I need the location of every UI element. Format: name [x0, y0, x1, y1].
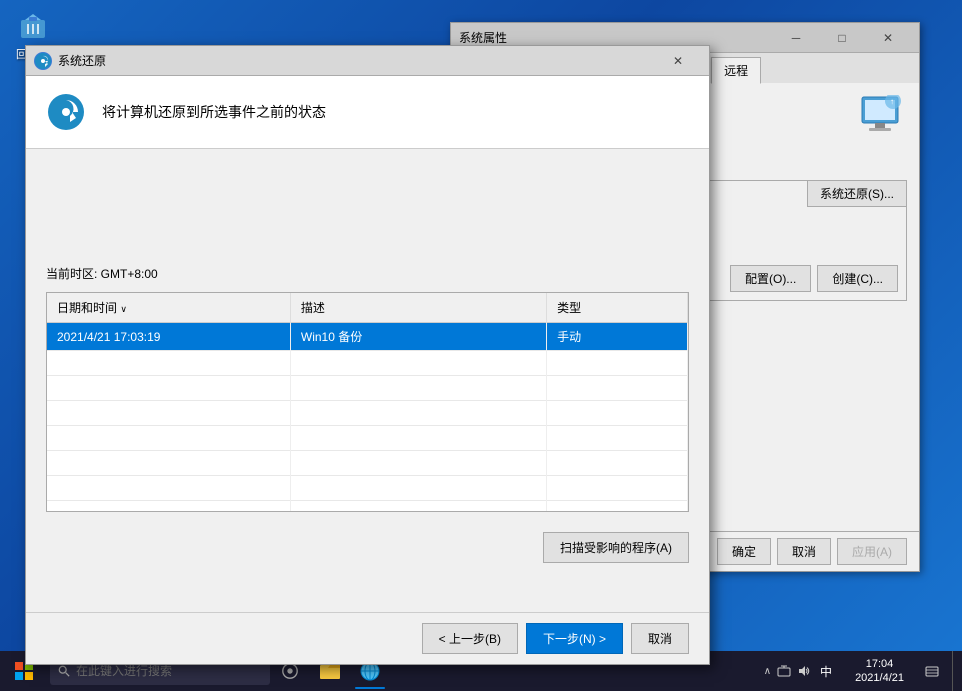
sys-props-title: 系统属性 — [459, 29, 773, 46]
sys-props-minimize-button[interactable]: ─ — [773, 23, 819, 53]
back-button[interactable]: < 上一步(B) — [422, 623, 518, 654]
restore-close-button[interactable]: ✕ — [655, 46, 701, 76]
restore-description — [46, 165, 689, 245]
clock-time: 17:04 — [866, 657, 894, 671]
ok-button[interactable]: 确定 — [717, 538, 771, 565]
cell-datetime: 2021/4/21 17:03:19 — [47, 323, 290, 351]
notification-button[interactable] — [916, 651, 948, 691]
system-restore-dialog: 系统还原 ✕ 将计算机还原到所选事件之前的状态 — [25, 45, 710, 665]
sort-icon-datetime: ∨ — [120, 304, 127, 314]
table-row-empty — [47, 376, 688, 401]
table-row-empty — [47, 451, 688, 476]
cancel-button-restore[interactable]: 取消 — [631, 623, 689, 654]
recycle-bin-image — [17, 10, 49, 42]
table-row-empty — [47, 476, 688, 501]
restore-title-icon — [34, 52, 52, 70]
restore-footer: < 上一步(B) 下一步(N) > 取消 — [26, 612, 709, 664]
tray-expand-button[interactable]: ∧ — [764, 666, 771, 677]
clock-date: 2021/4/21 — [855, 671, 904, 685]
svg-text:↑: ↑ — [890, 97, 894, 106]
sys-props-icon: ↑ — [857, 95, 907, 140]
taskbar-right: ∧ 中 17:04 2021/4/21 — [756, 651, 962, 691]
notification-icon — [925, 664, 939, 678]
clock[interactable]: 17:04 2021/4/21 — [847, 657, 912, 686]
volume-tray-icon[interactable] — [797, 664, 811, 678]
restore-header-text: 将计算机还原到所选事件之前的状态 — [102, 102, 326, 122]
table-row-empty — [47, 426, 688, 451]
system-restore-button[interactable]: 系统还原(S)... — [807, 180, 907, 207]
create-button[interactable]: 创建(C)... — [817, 265, 898, 292]
search-icon — [58, 665, 70, 677]
sys-props-close-button[interactable]: ✕ — [865, 23, 911, 53]
col-type[interactable]: 类型 — [547, 293, 688, 323]
table-row-empty — [47, 401, 688, 426]
config-button[interactable]: 配置(O)... — [730, 265, 811, 292]
language-indicator[interactable]: 中 — [817, 663, 835, 680]
desktop: 回收站 系统属性 ─ □ ✕ 计算机名 硬件 高级 系统保护 远程 系统更改。 — [0, 0, 962, 691]
restore-content: 当前时区: GMT+8:00 日期和时间 ∨ 描述 — [26, 149, 709, 612]
restore-table: 日期和时间 ∨ 描述 类型 — [47, 293, 688, 512]
system-tray: ∧ 中 — [756, 651, 843, 691]
col-datetime[interactable]: 日期和时间 ∨ — [47, 293, 290, 323]
network-tray-icon[interactable] — [777, 664, 791, 678]
restore-header: 将计算机还原到所选事件之前的状态 — [26, 76, 709, 149]
apply-button[interactable]: 应用(A) — [837, 538, 907, 565]
sys-props-maximize-button[interactable]: □ — [819, 23, 865, 53]
restore-body: 将计算机还原到所选事件之前的状态 当前时区: GMT+8:00 日期和时间 — [26, 76, 709, 664]
restore-table-container: 日期和时间 ∨ 描述 类型 — [46, 292, 689, 512]
show-desktop-button[interactable] — [952, 651, 958, 691]
cell-type: 手动 — [547, 323, 688, 351]
restore-title-text: 系统还原 — [58, 52, 655, 69]
next-button[interactable]: 下一步(N) > — [526, 623, 623, 654]
table-row-empty — [47, 351, 688, 376]
scan-affected-button[interactable]: 扫描受影响的程序(A) — [543, 532, 689, 563]
search-input[interactable] — [76, 664, 246, 678]
cell-description: Win10 备份 — [290, 323, 546, 351]
active-indicator — [355, 687, 385, 689]
restore-header-icon — [46, 92, 86, 132]
col-description[interactable]: 描述 — [290, 293, 546, 323]
table-row-empty — [47, 501, 688, 513]
table-row[interactable]: 2021/4/21 17:03:19Win10 备份手动 — [47, 323, 688, 351]
timezone-label: 当前时区: GMT+8:00 — [46, 265, 689, 282]
tab-remote[interactable]: 远程 — [711, 57, 761, 84]
restore-titlebar: 系统还原 ✕ — [26, 46, 709, 76]
cancel-button[interactable]: 取消 — [777, 538, 831, 565]
